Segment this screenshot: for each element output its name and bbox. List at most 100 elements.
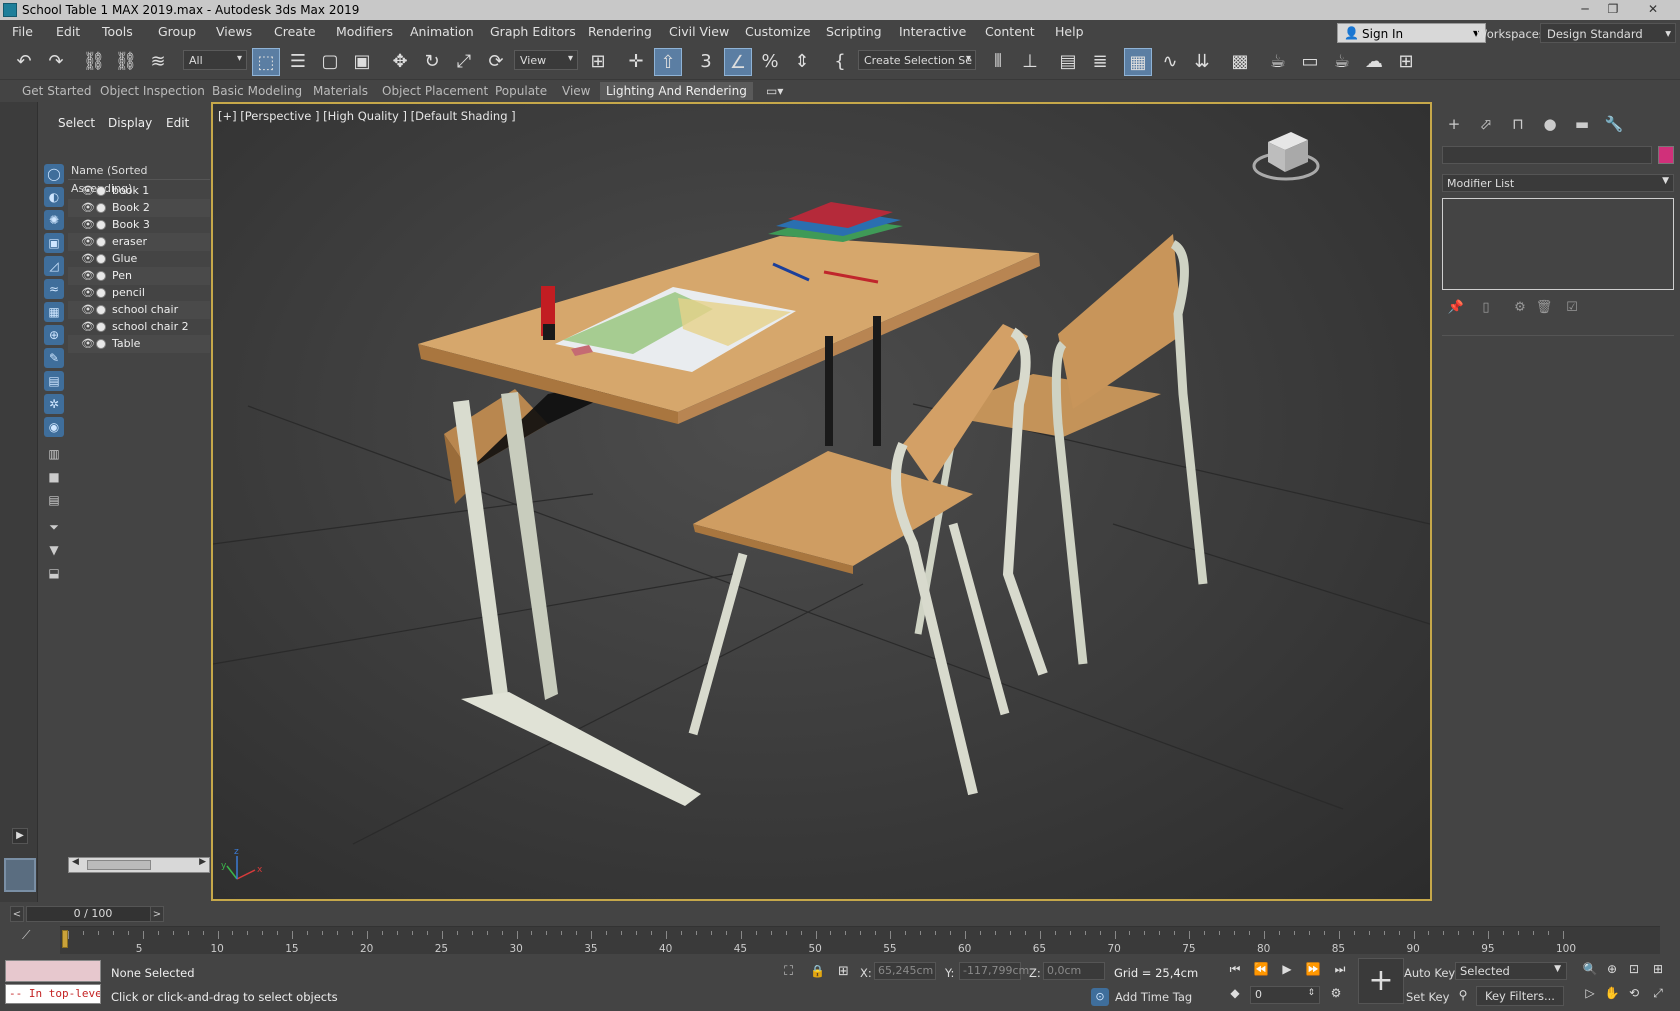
restore-button[interactable]: ❐ — [1600, 1, 1626, 18]
set-keys-icon[interactable]: ⚲ — [1453, 988, 1473, 1006]
explorer-menu-select[interactable]: Select — [58, 116, 95, 130]
hierarchy-tab-icon[interactable]: ⊓ — [1504, 112, 1532, 136]
menu-modifiers[interactable]: Modifiers — [336, 24, 393, 39]
align-icon[interactable]: ⊥ — [1016, 48, 1044, 76]
display-selected-icon[interactable]: ▤ — [44, 490, 64, 510]
track-bar[interactable]: ⟋ 5 10 15 20 25 30 35 40 45 50 55 60 65 70 75 80 85 90 95 1… — [0, 924, 1680, 956]
menu-interactive[interactable]: Interactive — [899, 24, 966, 39]
spinner-snap-icon[interactable]: ⇕ — [788, 48, 816, 76]
pivot-icon[interactable]: ⊞ — [584, 48, 612, 76]
add-time-tag[interactable]: Add Time Tag — [1115, 990, 1192, 1004]
maxscript-output[interactable]: -- In top-level — [5, 984, 101, 1004]
display-containers-icon[interactable]: ▤ — [44, 371, 64, 391]
key-filters-button[interactable]: Key Filters... — [1476, 986, 1564, 1006]
go-to-start-icon[interactable]: ⏮ — [1225, 962, 1245, 980]
display-geometry-icon[interactable]: ◐ — [44, 187, 64, 207]
list-item[interactable]: 👁 Glue — [68, 250, 210, 268]
time-tag-icon[interactable]: ⊙ — [1091, 988, 1109, 1006]
eye-icon[interactable]: 👁 — [81, 335, 95, 353]
tab-view[interactable]: View — [556, 82, 596, 100]
select-manipulate-icon[interactable]: ✛ — [622, 48, 650, 76]
sign-in-dropdown[interactable]: 👤 Sign In ▾ — [1337, 23, 1486, 43]
pin-stack-icon[interactable]: 📌 — [1446, 300, 1466, 318]
zoom-extents-all-icon[interactable]: ⊞ — [1648, 962, 1668, 980]
render-setup-icon[interactable]: ☕ — [1264, 48, 1292, 76]
menu-rendering[interactable]: Rendering — [588, 24, 652, 39]
absolute-mode-icon[interactable]: ⊞ — [838, 964, 849, 979]
eye-icon[interactable]: 👁 — [81, 216, 95, 234]
create-tab-icon[interactable]: + — [1440, 112, 1468, 136]
display-helpers-icon[interactable]: ◿ — [44, 256, 64, 276]
select-object-icon[interactable]: ⬚ — [252, 48, 280, 76]
display-all-icon[interactable]: ▥ — [44, 444, 64, 464]
bind-space-warp-icon[interactable]: ≋ — [144, 48, 172, 76]
eye-icon[interactable]: 👁 — [81, 250, 95, 268]
time-prev-icon[interactable]: < — [10, 906, 24, 922]
ribbon-toggle-icon[interactable]: ▦ — [1124, 48, 1152, 76]
angle-snap-icon[interactable]: ∠ — [724, 48, 752, 76]
menu-scripting[interactable]: Scripting — [826, 24, 882, 39]
workspace-dropdown[interactable]: Design Standard ▾ — [1540, 23, 1676, 43]
list-item[interactable]: 👁 school chair 2 — [68, 318, 210, 336]
move-icon[interactable]: ✥ — [386, 48, 414, 76]
eye-icon[interactable]: 👁 — [81, 233, 95, 251]
keyboard-shortcut-override-icon[interactable]: ⇧ — [654, 48, 682, 76]
unlink-icon[interactable]: ⛓ — [112, 48, 140, 76]
ref-coord-dropdown[interactable]: View ▾ — [514, 50, 578, 70]
remove-modifier-icon[interactable]: 🗑 — [1534, 300, 1554, 318]
explorer-menu-edit[interactable]: Edit — [166, 116, 189, 130]
spinner-arrows-icon[interactable]: ⇕ — [1307, 988, 1315, 998]
select-by-name-icon[interactable]: ☰ — [284, 48, 312, 76]
list-item[interactable]: 👁 school chair — [68, 301, 210, 319]
render-cloud-icon[interactable]: ☁ — [1360, 48, 1388, 76]
eye-icon[interactable]: 👁 — [81, 284, 95, 302]
menu-create[interactable]: Create — [274, 24, 316, 39]
show-end-result-icon[interactable]: ▯ — [1476, 300, 1496, 318]
horizontal-scrollbar[interactable]: ◀ ▶ — [68, 857, 210, 873]
current-frame-spinner[interactable]: 0 ⇕ — [1250, 986, 1320, 1004]
zoom-extents-icon[interactable]: ⊡ — [1624, 962, 1644, 980]
menu-tools[interactable]: Tools — [102, 24, 133, 39]
configure-modifier-sets-icon[interactable]: ☑ — [1562, 300, 1582, 318]
modifier-list-dropdown[interactable]: Modifier List ▼ — [1442, 174, 1674, 192]
snap-3d-icon[interactable]: 3 — [692, 48, 720, 76]
default-in-out-tangents-icon[interactable]: + — [1358, 958, 1404, 1004]
display-bones-icon[interactable]: ✎ — [44, 348, 64, 368]
tab-populate[interactable]: Populate — [489, 82, 553, 100]
tab-basic-modeling[interactable]: Basic Modeling — [206, 82, 308, 100]
time-configuration-icon[interactable]: ⚙ — [1326, 986, 1346, 1004]
filter-funnel-icon[interactable]: ⏷ — [44, 517, 64, 537]
scene-explorer-icon[interactable]: ▤ — [1054, 48, 1082, 76]
display-invert-icon[interactable]: ■ — [44, 467, 64, 487]
tab-get-started[interactable]: Get Started — [16, 82, 98, 100]
scale-icon[interactable]: ⤢ — [450, 48, 478, 76]
go-to-end-icon[interactable]: ⏭ — [1330, 962, 1350, 980]
menu-graph-editors[interactable]: Graph Editors — [490, 24, 576, 39]
rotate-icon[interactable]: ↻ — [418, 48, 446, 76]
play-icon[interactable]: ▶ — [1277, 962, 1297, 980]
x-coord-field[interactable]: 65,245cm — [874, 962, 936, 980]
isolate-selection-icon[interactable]: ⛶ — [784, 964, 793, 979]
redo-icon[interactable]: ↷ — [42, 48, 70, 76]
time-slider-frame[interactable]: 0 / 100 — [26, 906, 160, 922]
key-mode-toggle-icon[interactable]: ◆ — [1225, 986, 1245, 1004]
close-button[interactable]: ✕ — [1640, 1, 1666, 18]
menu-edit[interactable]: Edit — [56, 24, 80, 39]
menu-help[interactable]: Help — [1055, 24, 1084, 39]
menu-file[interactable]: File — [12, 24, 33, 39]
display-xrefs-icon[interactable]: ⊕ — [44, 325, 64, 345]
column-header-name[interactable]: Name (Sorted Ascending) — [68, 162, 210, 195]
list-item[interactable]: 👁 Book 3 — [68, 216, 210, 234]
next-frame-icon[interactable]: ⏩ — [1303, 962, 1323, 980]
filter-icon[interactable]: ▼ — [44, 540, 64, 560]
display-tab-icon[interactable]: ▬ — [1568, 112, 1596, 136]
tab-object-inspection[interactable]: Object Inspection — [94, 82, 211, 100]
menu-civil-view[interactable]: Civil View — [669, 24, 729, 39]
zoom-icon[interactable]: 🔍 — [1580, 962, 1600, 980]
display-none-icon[interactable]: ◯ — [44, 164, 64, 184]
modifier-stack[interactable] — [1442, 198, 1674, 290]
place-icon[interactable]: ⟳ — [482, 48, 510, 76]
selection-filter-dropdown[interactable]: All ▾ — [183, 50, 247, 70]
viewport-label-menu[interactable]: [+] [Perspective ] [High Quality ] [Defa… — [218, 109, 516, 123]
display-lights-icon[interactable]: ✺ — [44, 210, 64, 230]
